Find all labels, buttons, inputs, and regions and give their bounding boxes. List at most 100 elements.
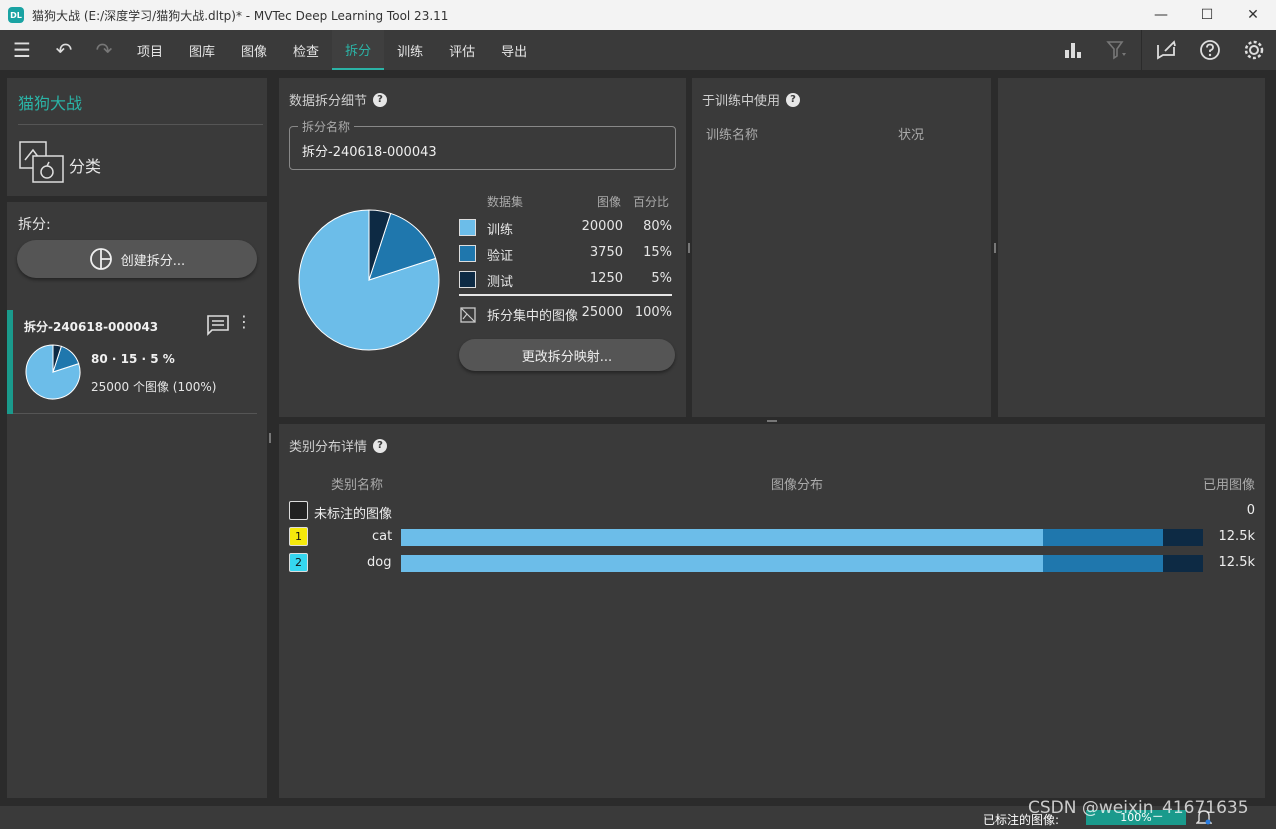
splits-heading: 拆分: [18, 217, 51, 233]
dataset-name: 验证 [487, 249, 514, 264]
title-bar: DL 猫狗大战 (E:/深度学习/猫狗大战.dltp)* - MVTec Dee… [0, 0, 1276, 30]
class-row-dog[interactable]: 2 dog 12.5k [279, 550, 1265, 576]
project-name[interactable]: 猫狗大战 [18, 90, 82, 114]
menu-item-split[interactable]: 拆分 [332, 30, 385, 70]
splitter-handle[interactable] [767, 420, 777, 422]
help-icon[interactable] [1188, 30, 1232, 70]
menu-separator [1141, 30, 1142, 70]
used-in-training-panel: 于训练中使用 ? 训练名称 状况 [692, 78, 991, 417]
class-distribution-bar [401, 529, 1203, 546]
training-title: 于训练中使用 ? [702, 90, 801, 109]
split-pie-chart [298, 209, 440, 351]
menu-right-tools [1051, 30, 1276, 70]
class-badge [289, 501, 308, 520]
total-percent: 100% [634, 305, 672, 320]
change-split-mapping-button[interactable]: 更改拆分映射... [459, 339, 675, 371]
help-icon[interactable]: ? [786, 92, 801, 107]
close-button[interactable]: ✕ [1230, 0, 1276, 30]
menu-item-evaluate[interactable]: 评估 [436, 30, 488, 70]
statistics-icon[interactable] [1051, 30, 1095, 70]
split-list-item[interactable]: 拆分-240618-000043 ⋮ 80 · 15 · 5 % 25000 个… [7, 310, 257, 414]
undo-icon[interactable]: ↶ [44, 30, 84, 70]
hamburger-menu-icon[interactable]: ☰ [0, 30, 44, 70]
col-training-name: 训练名称 [706, 128, 759, 143]
col-image-distribution: 图像分布 [771, 478, 824, 493]
class-badge: 2 [289, 553, 308, 572]
total-images: 25000 [581, 305, 623, 320]
watermark-text: CSDN @weixin_41671635 [1028, 798, 1249, 818]
dataset-images: 3750 [589, 245, 623, 260]
dataset-images: 20000 [581, 219, 623, 234]
comment-icon[interactable] [206, 314, 230, 336]
redo-icon[interactable]: ↷ [84, 30, 124, 70]
col-dataset: 数据集 [487, 195, 524, 209]
dataset-percent: 15% [643, 245, 672, 260]
project-type-label: 分类 [69, 157, 102, 176]
table-header: 数据集 图像 百分比 [457, 188, 675, 214]
split-details-title-text: 数据拆分细节 [289, 94, 368, 109]
test-color-swatch [459, 271, 476, 288]
bar-segment-validation [1042, 529, 1163, 546]
validation-color-swatch [459, 245, 476, 262]
bar-segment-validation [1042, 555, 1163, 572]
help-icon[interactable]: ? [373, 438, 388, 453]
class-used-count: 12.5k [1218, 529, 1255, 544]
table-row: 训练 20000 80% [457, 214, 675, 240]
class-name: cat [372, 529, 393, 544]
menu-item-export[interactable]: 导出 [488, 30, 540, 70]
class-name: dog [367, 555, 392, 570]
minimize-button[interactable]: — [1138, 0, 1184, 30]
menu-item-project[interactable]: 项目 [124, 30, 176, 70]
split-details-title: 数据拆分细节 ? [289, 90, 388, 109]
split-item-name: 拆分-240618-000043 [24, 320, 159, 334]
splitter-handle[interactable] [688, 243, 690, 253]
settings-gear-icon[interactable] [1232, 30, 1276, 70]
window-title: 猫狗大战 (E:/深度学习/猫狗大战.dltp)* - MVTec Deep L… [32, 8, 449, 23]
bar-segment-test [1162, 529, 1203, 546]
dataset-images: 1250 [589, 271, 623, 286]
create-split-label: 创建拆分... [120, 253, 186, 269]
bar-segment-test [1162, 555, 1203, 572]
image-stack-icon [460, 307, 476, 323]
help-icon[interactable]: ? [373, 92, 388, 107]
table-row: 验证 3750 15% [457, 240, 675, 266]
menu-item-images[interactable]: 图像 [228, 30, 280, 70]
total-label: 拆分集中的图像 [487, 309, 579, 324]
menu-item-train[interactable]: 训练 [384, 30, 436, 70]
distribution-title-text: 类别分布详情 [289, 440, 368, 455]
menu-item-gallery[interactable]: 图库 [176, 30, 228, 70]
window-controls: — ☐ ✕ [1138, 0, 1276, 30]
splitter-handle[interactable] [269, 433, 271, 443]
splitter-handle[interactable] [994, 243, 996, 253]
distribution-title: 类别分布详情 ? [289, 436, 388, 455]
train-color-swatch [459, 219, 476, 236]
total-row: 拆分集中的图像 25000 100% [457, 302, 675, 328]
menu-bar: ☰ ↶ ↷ 项目 图库 图像 检查 拆分 训练 评估 导出 [0, 30, 1276, 70]
bar-segment-train [401, 555, 1043, 572]
pie-chart-icon [89, 248, 112, 270]
menu-item-inspect[interactable]: 检查 [280, 30, 332, 70]
split-name-field[interactable]: 拆分名称 拆分-240618-000043 [289, 118, 676, 170]
class-row-unlabeled[interactable]: 未标注的图像 0 [279, 498, 1265, 524]
dataset-name: 测试 [487, 275, 514, 290]
app-logo-icon: DL [8, 7, 24, 23]
class-name: 未标注的图像 [314, 507, 393, 522]
class-row-cat[interactable]: 1 cat 12.5k [279, 524, 1265, 550]
col-percent: 百分比 [633, 195, 670, 209]
create-split-button[interactable]: 创建拆分... [17, 240, 257, 278]
dataset-percent: 80% [643, 219, 672, 234]
feedback-icon[interactable] [1144, 30, 1188, 70]
selected-indicator [7, 310, 13, 414]
class-distribution-bar [401, 555, 1203, 572]
divider [18, 124, 263, 125]
splits-panel: 拆分: 创建拆分... 拆分-240618-000043 ⋮ 80 · 15 ·… [7, 202, 267, 798]
split-name-value[interactable]: 拆分-240618-000043 [302, 141, 437, 160]
more-options-icon[interactable]: ⋮ [236, 312, 252, 331]
dataset-name: 训练 [487, 223, 514, 238]
split-image-count: 25000 个图像 (100%) [91, 380, 217, 394]
maximize-button[interactable]: ☐ [1184, 0, 1230, 30]
col-images: 图像 [597, 195, 622, 209]
filter-icon[interactable] [1095, 30, 1139, 70]
sum-divider [459, 294, 672, 296]
class-used-count: 12.5k [1218, 555, 1255, 570]
